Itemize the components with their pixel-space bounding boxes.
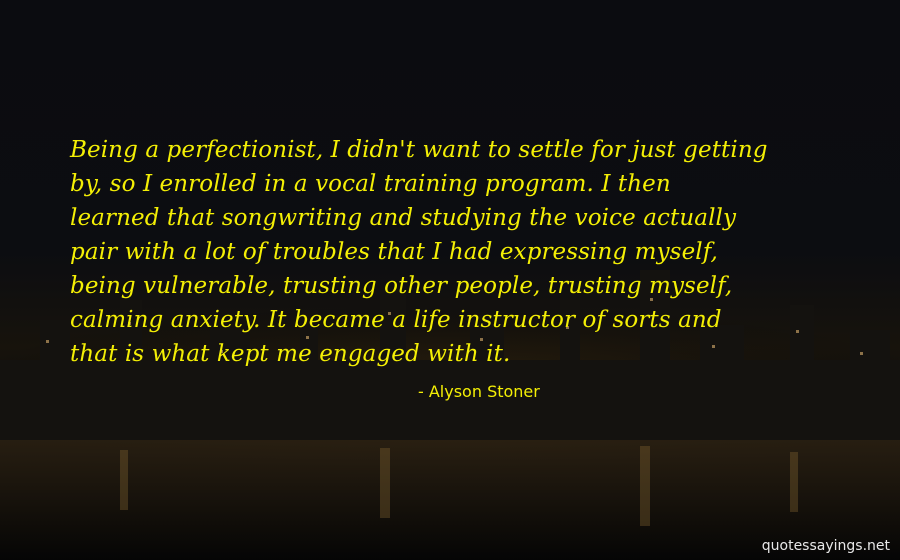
quote-line-4: pair with a lot of troubles that I had e… (70, 239, 718, 265)
quote-line-7: that is what kept me engaged with it. (70, 341, 511, 367)
quote-line-3: learned that songwriting and studying th… (70, 205, 737, 231)
quote-author: - Alyson Stoner (418, 382, 540, 401)
site-watermark: quotessayings.net (761, 538, 890, 554)
quote-line-2: by, so I enrolled in a vocal training pr… (70, 171, 671, 197)
quote-line-5: being vulnerable, trusting other people,… (70, 273, 733, 299)
quote-card: Being a perfectionist, I didn't want to … (0, 0, 900, 560)
quote-line-1: Being a perfectionist, I didn't want to … (70, 137, 768, 163)
quote-line-6: calming anxiety. It became a life instru… (70, 307, 722, 333)
